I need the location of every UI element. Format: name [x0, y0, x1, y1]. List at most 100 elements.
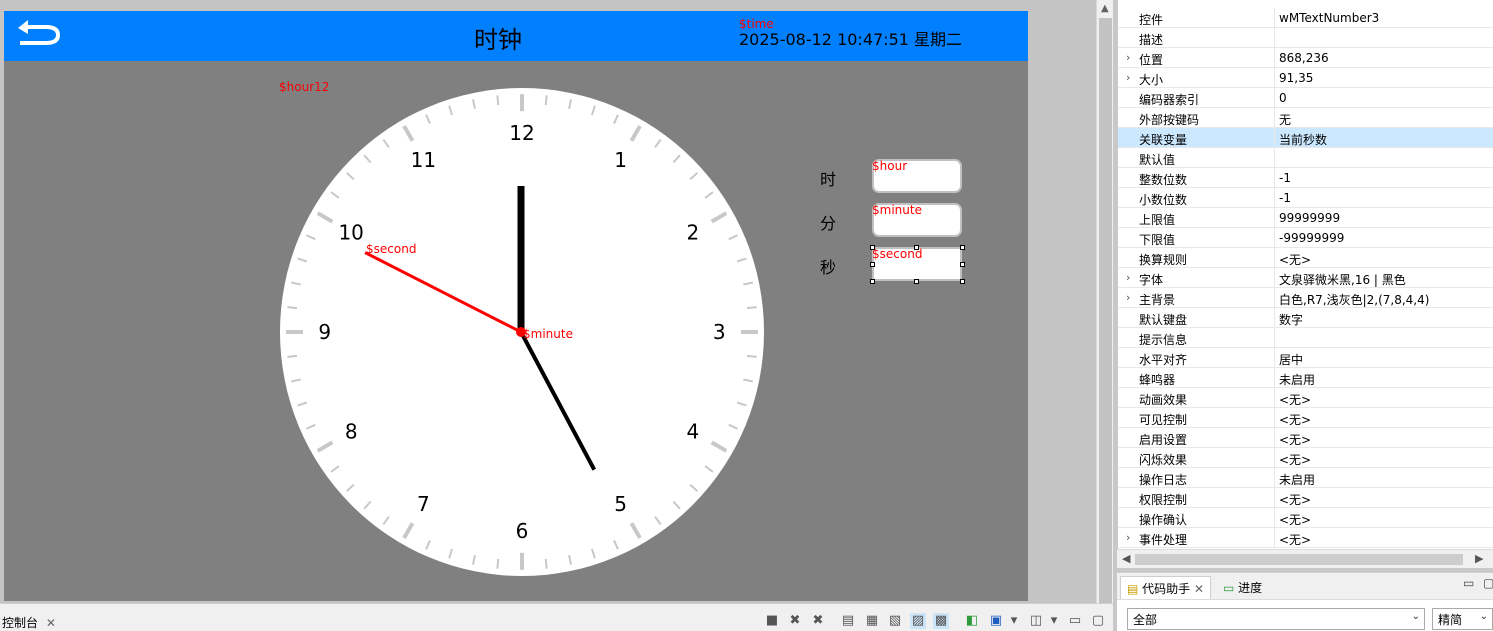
property-value[interactable]: 91,35	[1279, 71, 1313, 85]
property-row[interactable]: 水平对齐 居中	[1118, 348, 1493, 368]
chevron-down-icon[interactable]: ▾	[1006, 613, 1022, 629]
property-value[interactable]: <无>	[1279, 511, 1311, 528]
chevron-right-icon[interactable]: ›	[1126, 291, 1130, 304]
property-row[interactable]: 操作确认 <无>	[1118, 508, 1493, 528]
property-row[interactable]: 外部按键码 无	[1118, 108, 1493, 128]
hour-number-field[interactable]: $hour	[872, 159, 962, 193]
property-row[interactable]: › 事件处理 <无>	[1118, 528, 1493, 548]
property-row[interactable]: 关联变量 当前秒数	[1118, 128, 1493, 148]
property-value[interactable]: 当前秒数	[1279, 131, 1327, 148]
property-row[interactable]: 换算规则 <无>	[1118, 248, 1493, 268]
resize-handle-se[interactable]	[960, 279, 965, 284]
maximize-icon[interactable]: ▢	[1090, 613, 1106, 629]
property-value[interactable]: <无>	[1279, 391, 1311, 408]
scroll-left-icon[interactable]: ◀	[1122, 552, 1130, 565]
close-icon[interactable]: ✕	[1194, 582, 1204, 596]
property-row[interactable]: 蜂鸣器 未启用	[1118, 368, 1493, 388]
scroll-right-icon[interactable]: ▶	[1475, 552, 1483, 565]
property-row[interactable]: 动画效果 <无>	[1118, 388, 1493, 408]
property-row[interactable]: 整数位数 -1	[1118, 168, 1493, 188]
property-value[interactable]: 未启用	[1279, 471, 1315, 488]
tab-progress[interactable]: ▭ 进度	[1217, 576, 1268, 600]
property-row[interactable]: 可见控制 <无>	[1118, 408, 1493, 428]
minimize-icon[interactable]: ▭	[1463, 576, 1474, 590]
property-row[interactable]: 提示信息	[1118, 328, 1493, 348]
property-value[interactable]: 99999999	[1279, 211, 1340, 225]
chevron-right-icon[interactable]: ›	[1126, 71, 1130, 84]
minimize-icon[interactable]: ▭	[1067, 613, 1083, 629]
property-value[interactable]: 居中	[1279, 351, 1303, 368]
property-horizontal-scrollbar[interactable]: ◀ ▶	[1117, 549, 1493, 568]
property-value[interactable]: 未启用	[1279, 371, 1315, 388]
canvas-vertical-scrollbar[interactable]: ▲	[1096, 0, 1113, 603]
property-value[interactable]: <无>	[1279, 491, 1311, 508]
show-stderr-icon[interactable]: ▩	[933, 613, 949, 629]
word-wrap-icon[interactable]: ▧	[887, 613, 903, 629]
resize-handle-s[interactable]	[914, 279, 919, 284]
resize-handle-n[interactable]	[914, 245, 919, 250]
maximize-icon[interactable]: ▢	[1483, 576, 1493, 590]
property-value[interactable]: wMTextNumber3	[1279, 11, 1379, 25]
property-row[interactable]: 权限控制 <无>	[1118, 488, 1493, 508]
property-row[interactable]: 操作日志 未启用	[1118, 468, 1493, 488]
property-value[interactable]: 数字	[1279, 311, 1303, 328]
property-row[interactable]: › 主背景 白色,R7,浅灰色|2,(7,8,4,4)	[1118, 288, 1493, 308]
property-row[interactable]: 启用设置 <无>	[1118, 428, 1493, 448]
back-arrow-icon[interactable]	[12, 17, 64, 49]
property-value[interactable]: <无>	[1279, 431, 1311, 448]
property-value[interactable]: 白色,R7,浅灰色|2,(7,8,4,4)	[1279, 291, 1429, 308]
scrollbar-thumb[interactable]	[1135, 554, 1463, 565]
property-row[interactable]: 小数位数 -1	[1118, 188, 1493, 208]
property-value[interactable]: -1	[1279, 171, 1291, 185]
property-row[interactable]: 编码器索引 0	[1118, 88, 1493, 108]
property-row[interactable]: 上限值 99999999	[1118, 208, 1493, 228]
new-console-icon[interactable]: ◫	[1028, 613, 1044, 629]
chevron-right-icon[interactable]: ›	[1126, 271, 1130, 284]
scope-select[interactable]: 全部 ⌄	[1127, 608, 1425, 630]
property-value[interactable]: <无>	[1279, 251, 1311, 268]
property-row[interactable]: 默认值	[1118, 148, 1493, 168]
property-row[interactable]: › 字体 文泉驿微米黑,16 | 黑色	[1118, 268, 1493, 288]
property-row[interactable]: 描述	[1118, 28, 1493, 48]
show-stdout-icon[interactable]: ▨	[910, 613, 926, 629]
property-row[interactable]: 闪烁效果 <无>	[1118, 448, 1493, 468]
property-row[interactable]: 下限值 -99999999	[1118, 228, 1493, 248]
mode-select[interactable]: 精简 ⌄	[1432, 608, 1493, 630]
property-value[interactable]: 无	[1279, 111, 1291, 128]
resize-handle-sw[interactable]	[870, 279, 875, 284]
open-console-icon[interactable]: ◧	[964, 613, 980, 629]
scroll-lock-icon[interactable]: ▤	[840, 613, 856, 629]
tab-code-assistant[interactable]: ▤ 代码助手 ✕	[1120, 576, 1212, 600]
resize-handle-w[interactable]	[870, 262, 875, 267]
property-row[interactable]: › 位置 868,236	[1118, 48, 1493, 68]
tab-console[interactable]: 控制台 ✕	[2, 614, 56, 631]
second-number-field[interactable]: $second	[872, 247, 962, 281]
property-value[interactable]: <无>	[1279, 451, 1311, 468]
designer-screen[interactable]: 时钟 2025-08-12 10:47:51 星期二 $time $hour12…	[4, 11, 1028, 601]
minute-number-field[interactable]: $minute	[872, 203, 962, 237]
property-value[interactable]: -1	[1279, 191, 1291, 205]
pin-console-icon[interactable]: ▦	[864, 613, 880, 629]
stop-icon[interactable]: ■	[764, 613, 780, 629]
property-row[interactable]: 控件 wMTextNumber3	[1118, 8, 1493, 28]
property-value[interactable]: 868,236	[1279, 51, 1329, 65]
property-value[interactable]: -99999999	[1279, 231, 1344, 245]
scroll-up-icon[interactable]: ▲	[1101, 3, 1109, 14]
chevron-down-icon[interactable]: ▾	[1046, 613, 1062, 629]
remove-icon[interactable]: ✖	[787, 613, 803, 629]
chevron-right-icon[interactable]: ›	[1126, 51, 1130, 64]
property-value[interactable]: <无>	[1279, 531, 1311, 548]
property-value[interactable]: <无>	[1279, 411, 1311, 428]
resize-handle-nw[interactable]	[870, 245, 875, 250]
property-value[interactable]: 文泉驿微米黑,16 | 黑色	[1279, 271, 1406, 288]
remove-all-icon[interactable]: ✖	[810, 613, 826, 629]
analog-clock[interactable]: 121234567891011 $second $minute	[279, 87, 765, 577]
resize-handle-ne[interactable]	[960, 245, 965, 250]
property-value[interactable]: 0	[1279, 91, 1287, 105]
chevron-right-icon[interactable]: ›	[1126, 531, 1130, 544]
display-console-icon[interactable]: ▣	[988, 613, 1004, 629]
property-row[interactable]: › 大小 91,35	[1118, 68, 1493, 88]
close-icon[interactable]: ✕	[46, 616, 56, 630]
resize-handle-e[interactable]	[960, 262, 965, 267]
scrollbar-thumb[interactable]	[1099, 18, 1112, 603]
